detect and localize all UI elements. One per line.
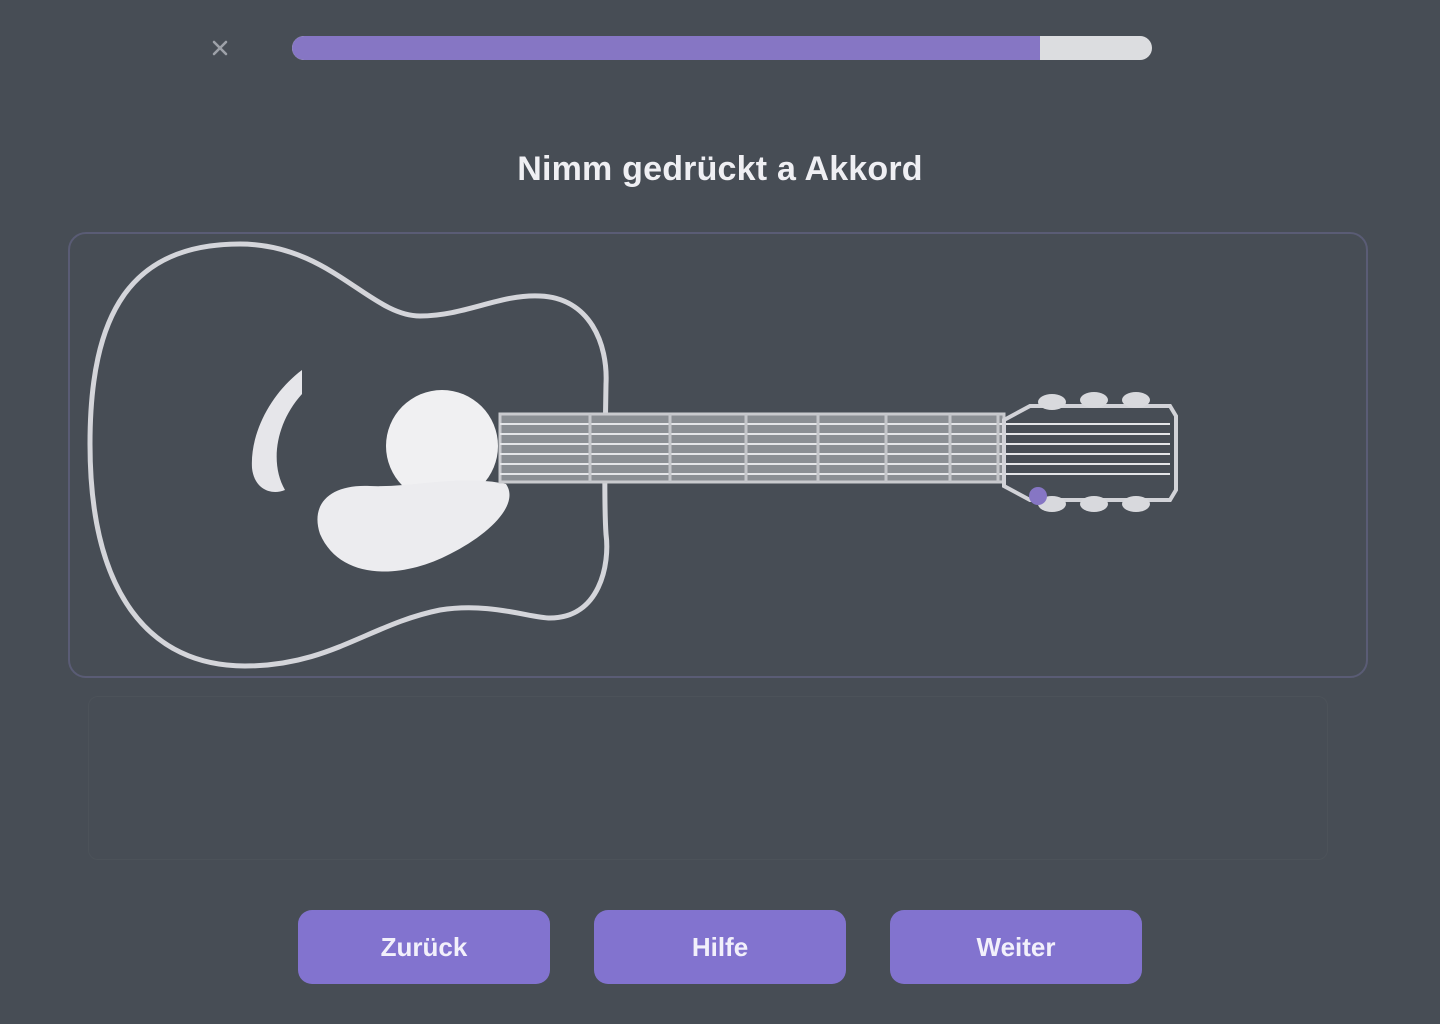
- guitar-bridge: [317, 480, 510, 572]
- progress-fill: [292, 36, 1041, 60]
- next-button[interactable]: Weiter: [890, 910, 1142, 984]
- top-bar: [200, 24, 1160, 72]
- answer-area: [88, 696, 1328, 860]
- back-button[interactable]: Zurück: [298, 910, 550, 984]
- guitar-tuning-pegs: [1038, 392, 1150, 512]
- prompt-text: Nimm gedrückt a Akkord: [517, 150, 923, 188]
- guitar-pickguard: [251, 370, 302, 492]
- lesson-screen: Nimm gedrückt a Akkord Zurück Hilfe Weit…: [0, 0, 1440, 1024]
- close-icon: [212, 40, 228, 56]
- button-row: Zurück Hilfe Weiter: [298, 910, 1146, 984]
- help-button[interactable]: Hilfe: [594, 910, 846, 984]
- acoustic-guitar-icon: [87, 241, 1178, 669]
- close-button[interactable]: [206, 34, 234, 62]
- highlighted-peg[interactable]: [1029, 487, 1047, 505]
- progress-bar: [292, 36, 1152, 60]
- guitar-panel: [68, 232, 1368, 678]
